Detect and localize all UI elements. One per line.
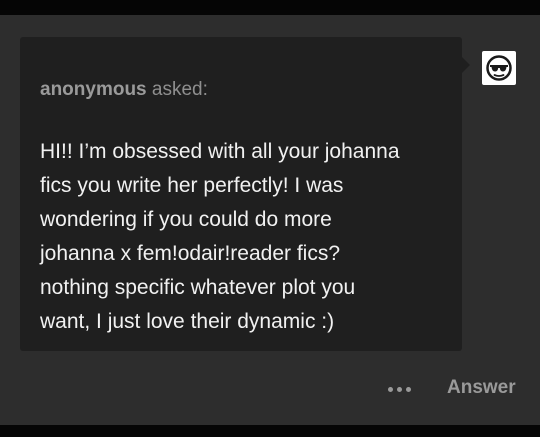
ask-actions: Answer <box>0 373 540 403</box>
anonymous-sunglasses-icon <box>486 55 512 81</box>
more-options-button[interactable] <box>388 376 418 400</box>
answer-button[interactable]: Answer <box>447 377 516 399</box>
asker-name[interactable]: anonymous <box>40 79 147 100</box>
ellipsis-icon <box>388 386 393 392</box>
bubble-tail <box>462 57 470 73</box>
asker-line: anonymous asked: <box>40 79 208 101</box>
anonymous-avatar[interactable] <box>482 51 516 85</box>
ellipsis-dot <box>397 386 402 392</box>
ellipsis-dot <box>406 386 411 392</box>
ask-card: anonymous asked: HI!! I’m obsessed with … <box>0 15 540 425</box>
asked-label: asked: <box>146 79 208 100</box>
question-bubble: anonymous asked: HI!! I’m obsessed with … <box>20 37 462 351</box>
question-text: HI!! I’m obsessed with all your johanna … <box>40 140 400 333</box>
